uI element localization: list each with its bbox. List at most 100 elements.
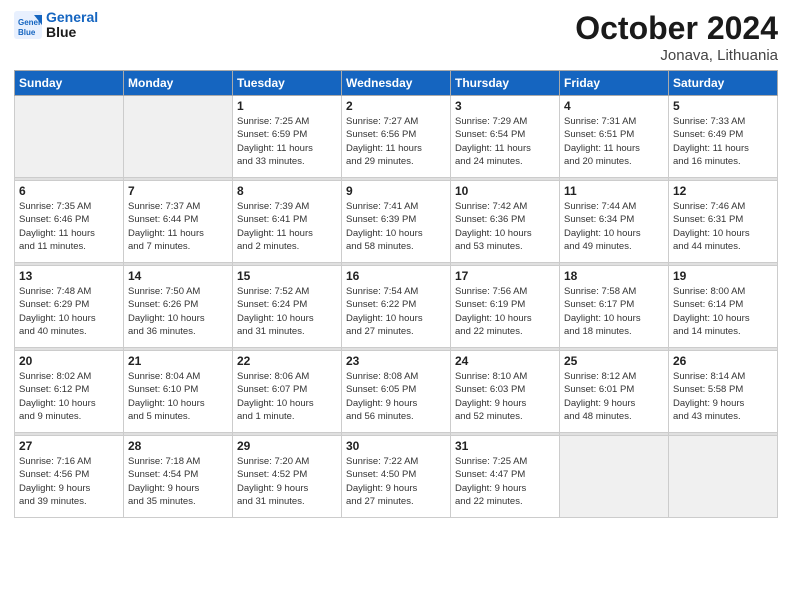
calendar-cell: 23 Sunrise: 8:08 AMSunset: 6:05 PMDayligh…	[342, 351, 451, 433]
day-number: 1	[237, 99, 337, 113]
calendar-cell: 11Sunrise: 7:44 AMSunset: 6:34 PMDayligh…	[560, 181, 669, 263]
day-number: 12	[673, 184, 773, 198]
calendar-cell: 31 Sunrise: 7:25 AMSunset: 4:47 PMDayligh…	[451, 436, 560, 518]
calendar-header-row: Sunday Monday Tuesday Wednesday Thursday…	[15, 71, 778, 96]
day-number: 23	[346, 354, 446, 368]
day-number: 18	[564, 269, 664, 283]
day-number: 24	[455, 354, 555, 368]
header-saturday: Saturday	[669, 71, 778, 96]
day-number: 28	[128, 439, 228, 453]
day-number: 20	[19, 354, 119, 368]
day-info: Sunrise: 8:02 AMSunset: 6:12 PMDaylight:…	[19, 370, 119, 423]
calendar-cell: 6 Sunrise: 7:35 AMSunset: 6:46 PMDaylight…	[15, 181, 124, 263]
day-number: 11	[564, 184, 664, 198]
day-number: 8	[237, 184, 337, 198]
svg-text:Blue: Blue	[18, 28, 36, 37]
day-info: Sunrise: 8:08 AMSunset: 6:05 PMDaylight:…	[346, 370, 446, 423]
day-info: Sunrise: 7:27 AMSunset: 6:56 PMDaylight:…	[346, 115, 446, 168]
header-monday: Monday	[124, 71, 233, 96]
day-number: 13	[19, 269, 119, 283]
calendar-week-1: 1Sunrise: 7:25 AMSunset: 6:59 PMDaylight…	[15, 96, 778, 178]
calendar-cell: 30Sunrise: 7:22 AMSunset: 4:50 PMDayligh…	[342, 436, 451, 518]
calendar-cell: 12Sunrise: 7:46 AMSunset: 6:31 PMDayligh…	[669, 181, 778, 263]
calendar-cell: 26 Sunrise: 8:14 AMSunset: 5:58 PMDayligh…	[669, 351, 778, 433]
header-wednesday: Wednesday	[342, 71, 451, 96]
calendar-cell: 3Sunrise: 7:29 AMSunset: 6:54 PMDaylight…	[451, 96, 560, 178]
day-number: 7	[128, 184, 228, 198]
day-info: Sunrise: 7:20 AMSunset: 4:52 PMDaylight:…	[237, 455, 337, 508]
day-number: 10	[455, 184, 555, 198]
day-info: Sunrise: 8:10 AMSunset: 6:03 PMDaylight:…	[455, 370, 555, 423]
calendar-cell: 19 Sunrise: 8:00 AMSunset: 6:14 PMDayligh…	[669, 266, 778, 348]
day-info: Sunrise: 7:25 AMSunset: 4:47 PMDaylight:…	[455, 455, 555, 508]
calendar-cell: 8 Sunrise: 7:39 AMSunset: 6:41 PMDaylight…	[233, 181, 342, 263]
logo: General Blue General Blue	[14, 10, 98, 41]
day-number: 5	[673, 99, 773, 113]
header-tuesday: Tuesday	[233, 71, 342, 96]
day-number: 21	[128, 354, 228, 368]
calendar-week-2: 6 Sunrise: 7:35 AMSunset: 6:46 PMDaylight…	[15, 181, 778, 263]
day-number: 16	[346, 269, 446, 283]
calendar-cell: 20 Sunrise: 8:02 AMSunset: 6:12 PMDayligh…	[15, 351, 124, 433]
day-info: Sunrise: 7:41 AMSunset: 6:39 PMDaylight:…	[346, 200, 446, 253]
day-info: Sunrise: 7:35 AMSunset: 6:46 PMDaylight:…	[19, 200, 119, 253]
day-info: Sunrise: 7:18 AMSunset: 4:54 PMDaylight:…	[128, 455, 228, 508]
logo-line2: Blue	[46, 25, 98, 40]
calendar-week-5: 27 Sunrise: 7:16 AMSunset: 4:56 PMDayligh…	[15, 436, 778, 518]
calendar-cell: 16Sunrise: 7:54 AMSunset: 6:22 PMDayligh…	[342, 266, 451, 348]
day-number: 29	[237, 439, 337, 453]
day-info: Sunrise: 7:50 AMSunset: 6:26 PMDaylight:…	[128, 285, 228, 338]
day-info: Sunrise: 7:58 AMSunset: 6:17 PMDaylight:…	[564, 285, 664, 338]
calendar-cell: 13 Sunrise: 7:48 AMSunset: 6:29 PMDayligh…	[15, 266, 124, 348]
header-thursday: Thursday	[451, 71, 560, 96]
day-info: Sunrise: 7:48 AMSunset: 6:29 PMDaylight:…	[19, 285, 119, 338]
calendar-cell: 24 Sunrise: 8:10 AMSunset: 6:03 PMDayligh…	[451, 351, 560, 433]
day-info: Sunrise: 7:39 AMSunset: 6:41 PMDaylight:…	[237, 200, 337, 253]
calendar-cell: 27 Sunrise: 7:16 AMSunset: 4:56 PMDayligh…	[15, 436, 124, 518]
day-info: Sunrise: 7:56 AMSunset: 6:19 PMDaylight:…	[455, 285, 555, 338]
calendar-cell: 2Sunrise: 7:27 AMSunset: 6:56 PMDaylight…	[342, 96, 451, 178]
calendar-cell: 7 Sunrise: 7:37 AMSunset: 6:44 PMDaylight…	[124, 181, 233, 263]
day-number: 22	[237, 354, 337, 368]
day-number: 17	[455, 269, 555, 283]
day-info: Sunrise: 8:00 AMSunset: 6:14 PMDaylight:…	[673, 285, 773, 338]
header-sunday: Sunday	[15, 71, 124, 96]
day-number: 9	[346, 184, 446, 198]
logo-line1: General	[46, 9, 98, 25]
calendar-cell: 17 Sunrise: 7:56 AMSunset: 6:19 PMDayligh…	[451, 266, 560, 348]
calendar-cell: 22 Sunrise: 8:06 AMSunset: 6:07 PMDayligh…	[233, 351, 342, 433]
calendar-cell	[15, 96, 124, 178]
day-number: 14	[128, 269, 228, 283]
day-number: 27	[19, 439, 119, 453]
calendar-cell	[669, 436, 778, 518]
day-number: 30	[346, 439, 446, 453]
calendar-cell: 10 Sunrise: 7:42 AMSunset: 6:36 PMDayligh…	[451, 181, 560, 263]
calendar-cell: 28 Sunrise: 7:18 AMSunset: 4:54 PMDayligh…	[124, 436, 233, 518]
day-info: Sunrise: 8:06 AMSunset: 6:07 PMDaylight:…	[237, 370, 337, 423]
calendar-cell: 4 Sunrise: 7:31 AMSunset: 6:51 PMDaylight…	[560, 96, 669, 178]
day-number: 19	[673, 269, 773, 283]
page-header: General Blue General Blue October 2024 J…	[14, 10, 778, 64]
month-title: October 2024	[575, 10, 778, 47]
day-info: Sunrise: 7:37 AMSunset: 6:44 PMDaylight:…	[128, 200, 228, 253]
calendar-cell: 29 Sunrise: 7:20 AMSunset: 4:52 PMDayligh…	[233, 436, 342, 518]
calendar-cell: 15Sunrise: 7:52 AMSunset: 6:24 PMDayligh…	[233, 266, 342, 348]
day-info: Sunrise: 7:33 AMSunset: 6:49 PMDaylight:…	[673, 115, 773, 168]
logo-icon: General Blue	[14, 11, 42, 39]
calendar-cell: 25Sunrise: 8:12 AMSunset: 6:01 PMDayligh…	[560, 351, 669, 433]
day-info: Sunrise: 8:04 AMSunset: 6:10 PMDaylight:…	[128, 370, 228, 423]
day-info: Sunrise: 7:42 AMSunset: 6:36 PMDaylight:…	[455, 200, 555, 253]
day-number: 6	[19, 184, 119, 198]
page-container: General Blue General Blue October 2024 J…	[0, 0, 792, 612]
calendar-week-3: 13 Sunrise: 7:48 AMSunset: 6:29 PMDayligh…	[15, 266, 778, 348]
calendar-cell	[124, 96, 233, 178]
calendar-cell: 9 Sunrise: 7:41 AMSunset: 6:39 PMDaylight…	[342, 181, 451, 263]
day-info: Sunrise: 7:31 AMSunset: 6:51 PMDaylight:…	[564, 115, 664, 168]
day-number: 31	[455, 439, 555, 453]
day-info: Sunrise: 8:14 AMSunset: 5:58 PMDaylight:…	[673, 370, 773, 423]
calendar-table: Sunday Monday Tuesday Wednesday Thursday…	[14, 70, 778, 518]
day-number: 26	[673, 354, 773, 368]
day-number: 4	[564, 99, 664, 113]
day-info: Sunrise: 7:16 AMSunset: 4:56 PMDaylight:…	[19, 455, 119, 508]
calendar-cell: 1Sunrise: 7:25 AMSunset: 6:59 PMDaylight…	[233, 96, 342, 178]
